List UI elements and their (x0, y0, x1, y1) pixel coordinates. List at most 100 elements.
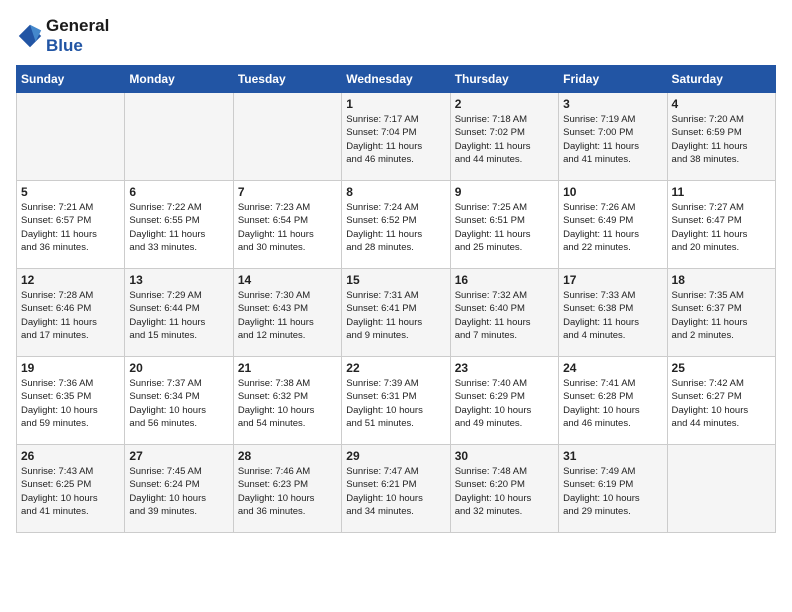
calendar-cell: 2Sunrise: 7:18 AM Sunset: 7:02 PM Daylig… (450, 93, 558, 181)
col-header-friday: Friday (559, 66, 667, 93)
day-info: Sunrise: 7:19 AM Sunset: 7:00 PM Dayligh… (563, 113, 662, 166)
day-info: Sunrise: 7:32 AM Sunset: 6:40 PM Dayligh… (455, 289, 554, 342)
day-info: Sunrise: 7:47 AM Sunset: 6:21 PM Dayligh… (346, 465, 445, 518)
day-info: Sunrise: 7:49 AM Sunset: 6:19 PM Dayligh… (563, 465, 662, 518)
day-number: 5 (21, 185, 120, 199)
calendar-cell: 17 Sunrise: 7:33 AM Sunset: 6:38 PM Dayli… (559, 269, 667, 357)
day-number: 16 (455, 273, 554, 287)
calendar-cell: 21 Sunrise: 7:38 AM Sunset: 6:32 PM Dayli… (233, 357, 341, 445)
col-header-wednesday: Wednesday (342, 66, 450, 93)
day-number: 23 (455, 361, 554, 375)
day-info: Sunrise: 7:46 AM Sunset: 6:23 PM Dayligh… (238, 465, 337, 518)
calendar-week-row: 1 Sunrise: 7:17 AM Sunset: 7:04 PM Daylig… (17, 93, 776, 181)
day-info: Sunrise: 7:38 AM Sunset: 6:32 PM Dayligh… (238, 377, 337, 430)
day-number: 19 (21, 361, 120, 375)
day-number: 7 (238, 185, 337, 199)
day-number: 18 (672, 273, 771, 287)
calendar-cell: 20 Sunrise: 7:37 AM Sunset: 6:34 PM Dayli… (125, 357, 233, 445)
calendar-cell: 19 Sunrise: 7:36 AM Sunset: 6:35 PM Dayli… (17, 357, 125, 445)
day-info: Sunrise: 7:33 AM Sunset: 6:38 PM Dayligh… (563, 289, 662, 342)
calendar-week-row: 26 Sunrise: 7:43 AM Sunset: 6:25 PM Dayli… (17, 445, 776, 533)
col-header-thursday: Thursday (450, 66, 558, 93)
calendar-cell: 5 Sunrise: 7:21 AM Sunset: 6:57 PM Daylig… (17, 181, 125, 269)
day-number: 17 (563, 273, 662, 287)
day-number: 21 (238, 361, 337, 375)
day-info: Sunrise: 7:20 AM Sunset: 6:59 PM Dayligh… (672, 113, 771, 166)
calendar-cell: 3Sunrise: 7:19 AM Sunset: 7:00 PM Daylig… (559, 93, 667, 181)
day-info: Sunrise: 7:31 AM Sunset: 6:41 PM Dayligh… (346, 289, 445, 342)
calendar-cell: 9Sunrise: 7:25 AM Sunset: 6:51 PM Daylig… (450, 181, 558, 269)
day-number: 24 (563, 361, 662, 375)
day-info: Sunrise: 7:35 AM Sunset: 6:37 PM Dayligh… (672, 289, 771, 342)
calendar-week-row: 19 Sunrise: 7:36 AM Sunset: 6:35 PM Dayli… (17, 357, 776, 445)
calendar-cell: 7 Sunrise: 7:23 AM Sunset: 6:54 PM Daylig… (233, 181, 341, 269)
day-info: Sunrise: 7:40 AM Sunset: 6:29 PM Dayligh… (455, 377, 554, 430)
calendar-week-row: 12Sunrise: 7:28 AM Sunset: 6:46 PM Dayli… (17, 269, 776, 357)
calendar-cell: 10 Sunrise: 7:26 AM Sunset: 6:49 PM Dayli… (559, 181, 667, 269)
calendar-cell: 6 Sunrise: 7:22 AM Sunset: 6:55 PM Daylig… (125, 181, 233, 269)
page-container: General Blue SundayMondayTuesdayWednesda… (0, 0, 792, 541)
calendar-cell: 30Sunrise: 7:48 AM Sunset: 6:20 PM Dayli… (450, 445, 558, 533)
calendar-header-row: SundayMondayTuesdayWednesdayThursdayFrid… (17, 66, 776, 93)
logo: General Blue (16, 16, 109, 55)
day-number: 14 (238, 273, 337, 287)
day-number: 8 (346, 185, 445, 199)
day-info: Sunrise: 7:45 AM Sunset: 6:24 PM Dayligh… (129, 465, 228, 518)
day-info: Sunrise: 7:30 AM Sunset: 6:43 PM Dayligh… (238, 289, 337, 342)
calendar-cell: 24 Sunrise: 7:41 AM Sunset: 6:28 PM Dayli… (559, 357, 667, 445)
header: General Blue (16, 16, 776, 55)
calendar-cell (233, 93, 341, 181)
calendar-cell: 13 Sunrise: 7:29 AM Sunset: 6:44 PM Dayli… (125, 269, 233, 357)
day-info: Sunrise: 7:36 AM Sunset: 6:35 PM Dayligh… (21, 377, 120, 430)
calendar-table: SundayMondayTuesdayWednesdayThursdayFrid… (16, 65, 776, 533)
day-number: 11 (672, 185, 771, 199)
day-info: Sunrise: 7:17 AM Sunset: 7:04 PM Dayligh… (346, 113, 445, 166)
day-number: 1 (346, 97, 445, 111)
calendar-cell: 8 Sunrise: 7:24 AM Sunset: 6:52 PM Daylig… (342, 181, 450, 269)
day-number: 28 (238, 449, 337, 463)
day-info: Sunrise: 7:26 AM Sunset: 6:49 PM Dayligh… (563, 201, 662, 254)
day-info: Sunrise: 7:21 AM Sunset: 6:57 PM Dayligh… (21, 201, 120, 254)
calendar-cell: 15 Sunrise: 7:31 AM Sunset: 6:41 PM Dayli… (342, 269, 450, 357)
calendar-cell: 25 Sunrise: 7:42 AM Sunset: 6:27 PM Dayli… (667, 357, 775, 445)
col-header-monday: Monday (125, 66, 233, 93)
calendar-cell: 4 Sunrise: 7:20 AM Sunset: 6:59 PM Daylig… (667, 93, 775, 181)
day-number: 20 (129, 361, 228, 375)
day-info: Sunrise: 7:25 AM Sunset: 6:51 PM Dayligh… (455, 201, 554, 254)
calendar-week-row: 5 Sunrise: 7:21 AM Sunset: 6:57 PM Daylig… (17, 181, 776, 269)
day-number: 15 (346, 273, 445, 287)
day-number: 22 (346, 361, 445, 375)
day-info: Sunrise: 7:22 AM Sunset: 6:55 PM Dayligh… (129, 201, 228, 254)
day-info: Sunrise: 7:41 AM Sunset: 6:28 PM Dayligh… (563, 377, 662, 430)
day-info: Sunrise: 7:29 AM Sunset: 6:44 PM Dayligh… (129, 289, 228, 342)
logo-text: General Blue (46, 16, 109, 55)
calendar-cell (667, 445, 775, 533)
day-number: 25 (672, 361, 771, 375)
calendar-cell: 18 Sunrise: 7:35 AM Sunset: 6:37 PM Dayli… (667, 269, 775, 357)
day-number: 4 (672, 97, 771, 111)
day-number: 29 (346, 449, 445, 463)
day-number: 10 (563, 185, 662, 199)
col-header-sunday: Sunday (17, 66, 125, 93)
day-info: Sunrise: 7:42 AM Sunset: 6:27 PM Dayligh… (672, 377, 771, 430)
day-number: 26 (21, 449, 120, 463)
day-number: 13 (129, 273, 228, 287)
calendar-cell: 1 Sunrise: 7:17 AM Sunset: 7:04 PM Daylig… (342, 93, 450, 181)
day-number: 27 (129, 449, 228, 463)
day-info: Sunrise: 7:24 AM Sunset: 6:52 PM Dayligh… (346, 201, 445, 254)
calendar-cell: 16 Sunrise: 7:32 AM Sunset: 6:40 PM Dayli… (450, 269, 558, 357)
calendar-cell: 27 Sunrise: 7:45 AM Sunset: 6:24 PM Dayli… (125, 445, 233, 533)
col-header-tuesday: Tuesday (233, 66, 341, 93)
day-number: 31 (563, 449, 662, 463)
calendar-cell: 11Sunrise: 7:27 AM Sunset: 6:47 PM Dayli… (667, 181, 775, 269)
day-info: Sunrise: 7:43 AM Sunset: 6:25 PM Dayligh… (21, 465, 120, 518)
calendar-cell: 22 Sunrise: 7:39 AM Sunset: 6:31 PM Dayli… (342, 357, 450, 445)
day-number: 6 (129, 185, 228, 199)
day-info: Sunrise: 7:39 AM Sunset: 6:31 PM Dayligh… (346, 377, 445, 430)
calendar-cell: 12Sunrise: 7:28 AM Sunset: 6:46 PM Dayli… (17, 269, 125, 357)
day-info: Sunrise: 7:23 AM Sunset: 6:54 PM Dayligh… (238, 201, 337, 254)
day-info: Sunrise: 7:37 AM Sunset: 6:34 PM Dayligh… (129, 377, 228, 430)
day-info: Sunrise: 7:48 AM Sunset: 6:20 PM Dayligh… (455, 465, 554, 518)
logo-icon (16, 22, 44, 50)
col-header-saturday: Saturday (667, 66, 775, 93)
